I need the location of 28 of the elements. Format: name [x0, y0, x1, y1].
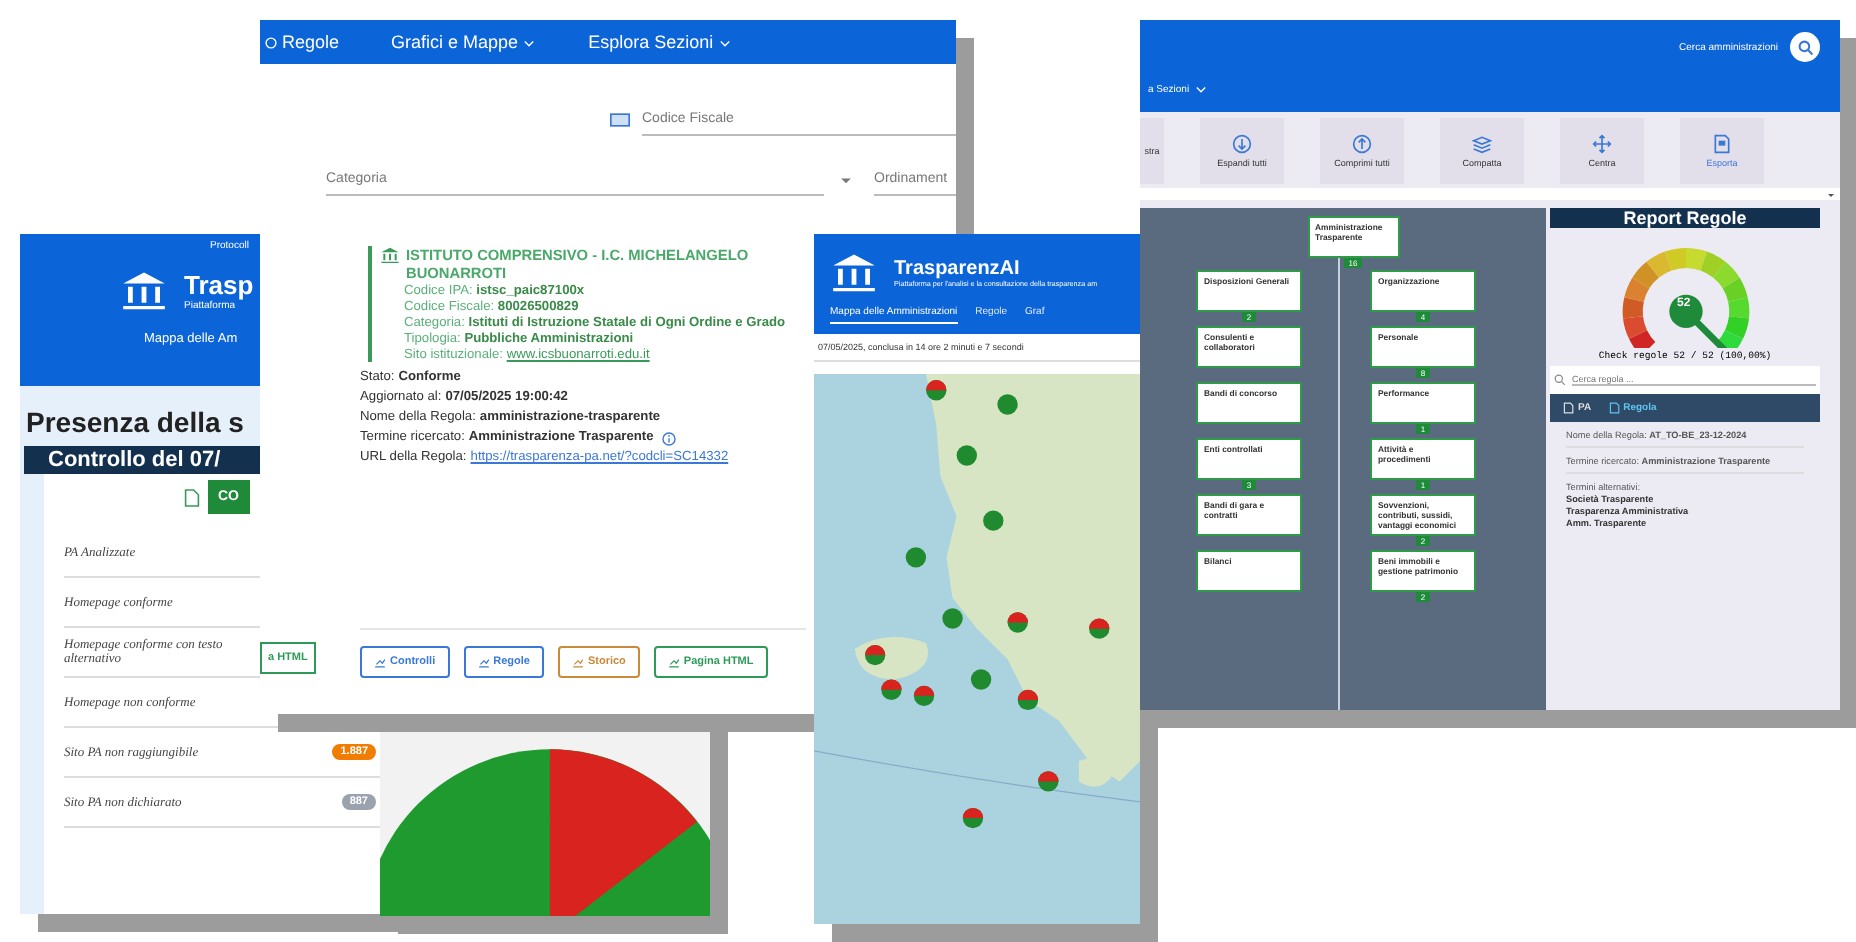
search-icon: [1797, 39, 1813, 55]
caret-icon: [522, 35, 537, 49]
dropdown-caret-icon: [1826, 189, 1836, 199]
caret-icon: [1193, 82, 1208, 96]
chart-icon: [374, 656, 386, 668]
chart-icon: [571, 656, 584, 668]
search-button[interactable]: [1790, 32, 1820, 62]
nav-menu[interactable]: Esplora Sezioni: [588, 32, 732, 52]
nav-link[interactable]: Regole: [264, 32, 340, 52]
nav-menu[interactable]: Grafici e Mappe: [391, 32, 537, 52]
dropdown-caret-icon: [836, 172, 856, 188]
app-title: TrasparenzAI: [894, 257, 1022, 279]
app-title: Trasp: [184, 269, 254, 299]
chart-icon: [477, 656, 490, 668]
card-icon: [610, 112, 630, 128]
document-icon[interactable]: [184, 487, 200, 507]
info-icon[interactable]: [661, 431, 676, 445]
layers-icon: [1472, 134, 1492, 154]
report-title: Report Regole: [1550, 208, 1820, 228]
page-heading: Presenza della s: [26, 406, 244, 438]
document-icon: [1607, 402, 1620, 414]
caret-icon: [717, 35, 732, 49]
search-icon: [1554, 374, 1566, 386]
move-icon: [1592, 134, 1612, 154]
chart-icon: [667, 656, 680, 668]
arrow-up-icon: [1352, 134, 1372, 154]
arrow-down-icon: [1232, 134, 1252, 154]
file-icon: [1712, 134, 1732, 154]
